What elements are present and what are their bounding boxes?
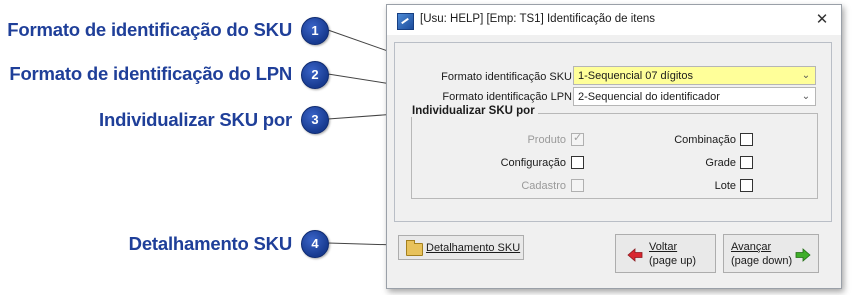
configuracao-label: Configuração: [500, 157, 566, 169]
window-title: [Usu: HELP] [Emp: TS1] Identificação de …: [420, 13, 656, 25]
lote-label: Lote: [714, 180, 736, 192]
callout-individualizar-label: Individualizar SKU por: [99, 109, 292, 130]
grade-checkbox[interactable]: [740, 156, 753, 169]
grade-label: Grade: [705, 157, 736, 169]
callout-sku-format-label: Formato de identificação do SKU: [7, 19, 292, 40]
sku-format-label: Formato identificação SKU: [441, 71, 572, 83]
cadastro-checkbox[interactable]: [571, 179, 584, 192]
title-bar: [Usu: HELP] [Emp: TS1] Identificação de …: [387, 5, 841, 35]
arrow-right-icon: [795, 248, 811, 262]
detalhamento-sku-button[interactable]: Detalhamento SKU: [398, 235, 524, 260]
arrow-left-icon: [627, 248, 643, 262]
cadastro-label: Cadastro: [521, 180, 566, 192]
sku-format-value: 1-Sequencial 07 dígitos: [578, 70, 693, 82]
app-icon: [397, 13, 414, 30]
callout-badge-4: 4: [301, 230, 329, 258]
combinacao-label: Combinação: [674, 134, 736, 146]
voltar-shortcut: (page up): [649, 255, 697, 267]
form-panel: Formato identificação SKU 1-Sequencial 0…: [394, 42, 832, 222]
sku-format-select[interactable]: 1-Sequencial 07 dígitos ⌄: [573, 66, 816, 85]
callout-badge-2: 2: [301, 61, 329, 89]
produto-checkbox[interactable]: ✓: [571, 132, 584, 146]
voltar-button[interactable]: Voltar (page up): [615, 234, 716, 273]
individualizar-group: [411, 113, 818, 199]
configuracao-checkbox[interactable]: [571, 156, 584, 169]
callout-lpn-format-label: Formato de identificação do LPN: [9, 63, 292, 84]
checkmark-icon: ✓: [573, 132, 583, 144]
voltar-label: Voltar: [649, 241, 678, 253]
callout-badge-3: 3: [301, 106, 329, 134]
close-icon[interactable]: ✕: [811, 9, 833, 31]
chevron-down-icon[interactable]: ⌄: [797, 88, 815, 105]
avancar-shortcut: (page down): [731, 255, 793, 267]
individualizar-group-title: Individualizar SKU por: [409, 105, 538, 117]
chevron-down-icon[interactable]: ⌄: [797, 67, 815, 84]
combinacao-checkbox[interactable]: [740, 133, 753, 146]
callout-badge-1: 1: [301, 17, 329, 45]
callout-detalhamento-label: Detalhamento SKU: [128, 233, 293, 254]
lpn-format-label: Formato identificação LPN: [442, 91, 572, 103]
folder-icon: [406, 240, 423, 256]
produto-label: Produto: [527, 134, 566, 146]
lpn-format-value: 2-Sequencial do identificador: [578, 91, 720, 103]
lote-checkbox[interactable]: [740, 179, 753, 192]
lpn-format-select[interactable]: 2-Sequencial do identificador ⌄: [573, 87, 816, 106]
detalhamento-sku-label: Detalhamento SKU: [426, 242, 521, 254]
identificacao-itens-dialog: [Usu: HELP] [Emp: TS1] Identificação de …: [386, 4, 842, 289]
avancar-button[interactable]: Avançar (page down): [723, 234, 819, 273]
avancar-label: Avançar: [731, 241, 772, 253]
